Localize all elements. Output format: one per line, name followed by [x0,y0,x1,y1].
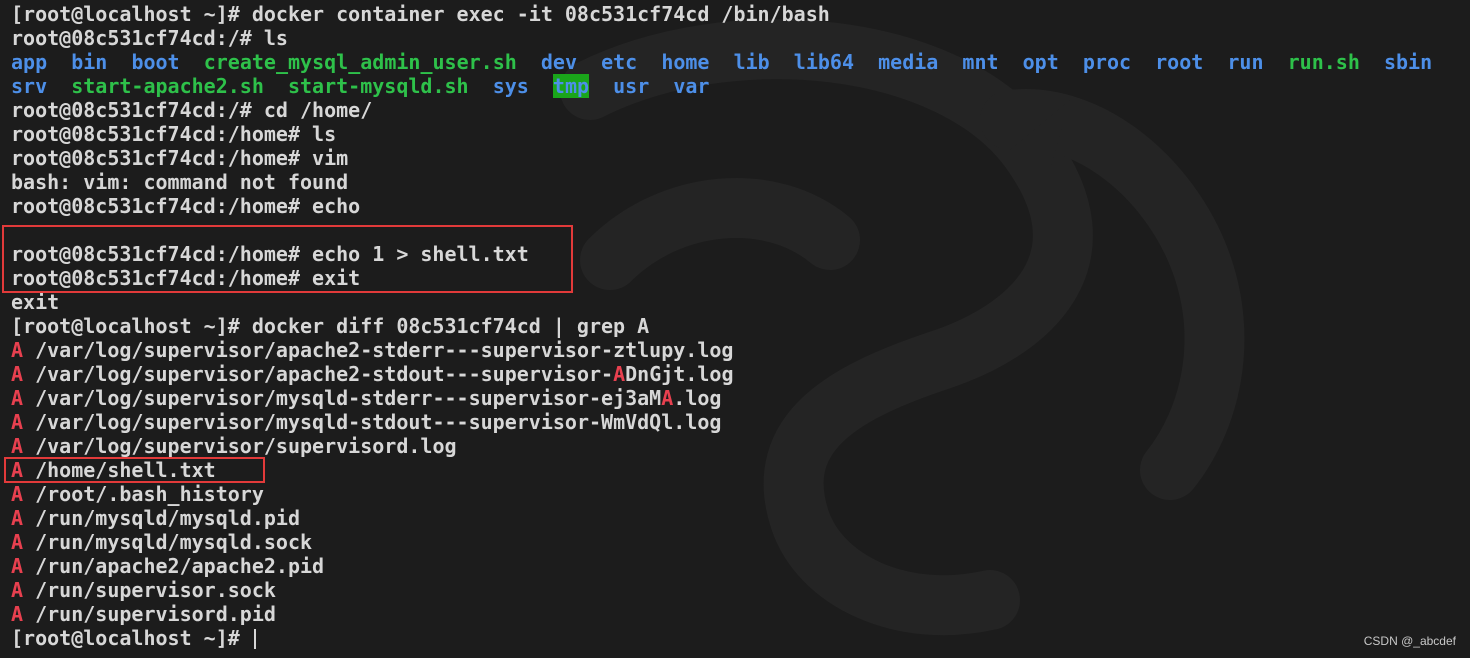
terminal-text: root@08c531cf74cd:/home# echo 1 > shell.… [11,242,529,266]
terminal-text: bash: vim: command not found [11,170,349,194]
diff-entry: A /run/mysqld/mysqld.sock [11,530,1432,554]
diff-entry: A /var/log/supervisor/apache2-stdout---s… [11,362,1432,386]
terminal-text: root@08c531cf74cd:/# cd /home/ [11,98,373,122]
shell-prompt: [root@localhost ~]# [11,2,252,26]
diff-path: /var/log/supervisor/apache2-stderr---sup… [35,338,734,362]
ls-entry: dev [540,50,577,74]
ls-entry: run [1227,50,1264,74]
credit-watermark: CSDN @_abcdef [1363,634,1456,648]
final-prompt-line: [root@localhost ~]# [11,626,1432,650]
text-cursor [253,629,256,649]
diff-added-marker: A [11,530,24,554]
diff-path: /var/log/supervisor/mysqld-stderr---supe… [35,386,722,410]
terminal-output: [root@localhost ~]# docker container exe… [11,2,1432,650]
diff-path: /home/shell.txt [35,458,216,482]
ls-entry: bin [71,50,108,74]
terminal-text: root@08c531cf74cd:/home# echo [11,194,361,218]
diff-added-marker: A [11,410,24,434]
output-line: root@08c531cf74cd:/home# ls [11,122,1432,146]
terminal-text: root@08c531cf74cd:/home# vim [11,146,349,170]
shell-command: ls [263,26,288,50]
output-line: root@08c531cf74cd:/home# vim [11,146,1432,170]
grep-match: A [613,362,626,386]
ls-entry: start-mysqld.sh [287,74,469,98]
diff-path: /var/log/supervisor/supervisord.log [35,434,457,458]
diff-entry: A /var/log/supervisor/mysqld-stdout---su… [11,410,1432,434]
diff-added-marker: A [11,434,24,458]
diff-added-marker: A [11,338,24,362]
shell-command: docker container exec -it 08c531cf74cd /… [251,2,830,26]
ls-entry: srv [11,74,48,98]
ls-entry: media [878,50,939,74]
diff-path: /run/apache2/apache2.pid [35,554,325,578]
command-line: root@08c531cf74cd:/# ls [11,26,1432,50]
output-line: [root@localhost ~]# docker diff 08c531cf… [11,314,1432,338]
terminal-text: exit [11,290,60,314]
diff-path: /run/supervisor.sock [35,578,276,602]
diff-added-marker: A [11,362,24,386]
ls-entry: boot [131,50,180,74]
ls-entry: sys [492,74,529,98]
diff-entry: A /var/log/supervisor/supervisord.log [11,434,1432,458]
diff-entry: A /run/supervisord.pid [11,602,1432,626]
diff-entry: A /var/log/supervisor/mysqld-stderr---su… [11,386,1432,410]
diff-entry: A /root/.bash_history [11,482,1432,506]
diff-entry: A /run/mysqld/mysqld.pid [11,506,1432,530]
ls-entry: etc [601,50,638,74]
diff-added-marker: A [11,458,24,482]
diff-entry: A /var/log/supervisor/apache2-stderr---s… [11,338,1432,362]
output-line: root@08c531cf74cd:/home# exit [11,266,1432,290]
diff-added-marker: A [11,578,24,602]
terminal-text: root@08c531cf74cd:/home# exit [11,266,361,290]
ls-entry: app [11,50,48,74]
grep-match: A [661,386,674,410]
ls-entry: run.sh [1287,50,1360,74]
output-line: root@08c531cf74cd:/home# echo 1 > shell.… [11,242,1432,266]
terminal-window[interactable]: [root@localhost ~]# docker container exe… [0,0,1470,658]
output-line: root@08c531cf74cd:/# cd /home/ [11,98,1432,122]
diff-added-marker: A [11,602,24,626]
ls-entry: mnt [962,50,999,74]
ls-output-row: app bin boot create_mysql_admin_user.sh … [11,50,1432,74]
terminal-text: [root@localhost ~]# docker diff 08c531cf… [11,314,650,338]
command-line: [root@localhost ~]# docker container exe… [11,2,1432,26]
diff-added-marker: A [11,482,24,506]
diff-added-marker: A [11,554,24,578]
ls-entry: sbin [1383,50,1433,74]
terminal-text: root@08c531cf74cd:/home# ls [11,122,337,146]
diff-entry: A /run/supervisor.sock [11,578,1432,602]
ls-output-row: srv start-apache2.sh start-mysqld.sh sys… [11,74,1432,98]
diff-path: /run/supervisord.pid [35,602,276,626]
ls-entry: lib64 [793,50,855,74]
ls-entry: start-apache2.sh [71,74,264,98]
output-line: root@08c531cf74cd:/home# echo [11,194,1432,218]
diff-path: /root/.bash_history [35,482,264,506]
diff-path: /run/mysqld/mysqld.sock [35,530,313,554]
shell-prompt: root@08c531cf74cd:/# [11,26,264,50]
ls-entry: usr [613,74,650,98]
ls-entry: home [661,50,710,74]
diff-path: /var/log/supervisor/mysqld-stdout---supe… [35,410,722,434]
diff-path: /run/mysqld/mysqld.pid [35,506,300,530]
ls-entry: root [1155,50,1204,74]
shell-prompt: [root@localhost ~]# [11,626,252,650]
ls-entry: opt [1022,50,1059,74]
output-line: exit [11,290,1432,314]
ls-entry: proc [1082,50,1132,74]
ls-entry: tmp [552,74,590,98]
diff-entry: A /home/shell.txt [11,458,1432,482]
diff-added-marker: A [11,506,24,530]
diff-added-marker: A [11,386,24,410]
diff-path: /var/log/supervisor/apache2-stdout---sup… [35,362,734,386]
ls-entry: create_mysql_admin_user.sh [203,50,517,74]
ls-entry: lib [733,50,770,74]
diff-entry: A /run/apache2/apache2.pid [11,554,1432,578]
output-line: bash: vim: command not found [11,170,1432,194]
ls-entry: var [673,74,710,98]
